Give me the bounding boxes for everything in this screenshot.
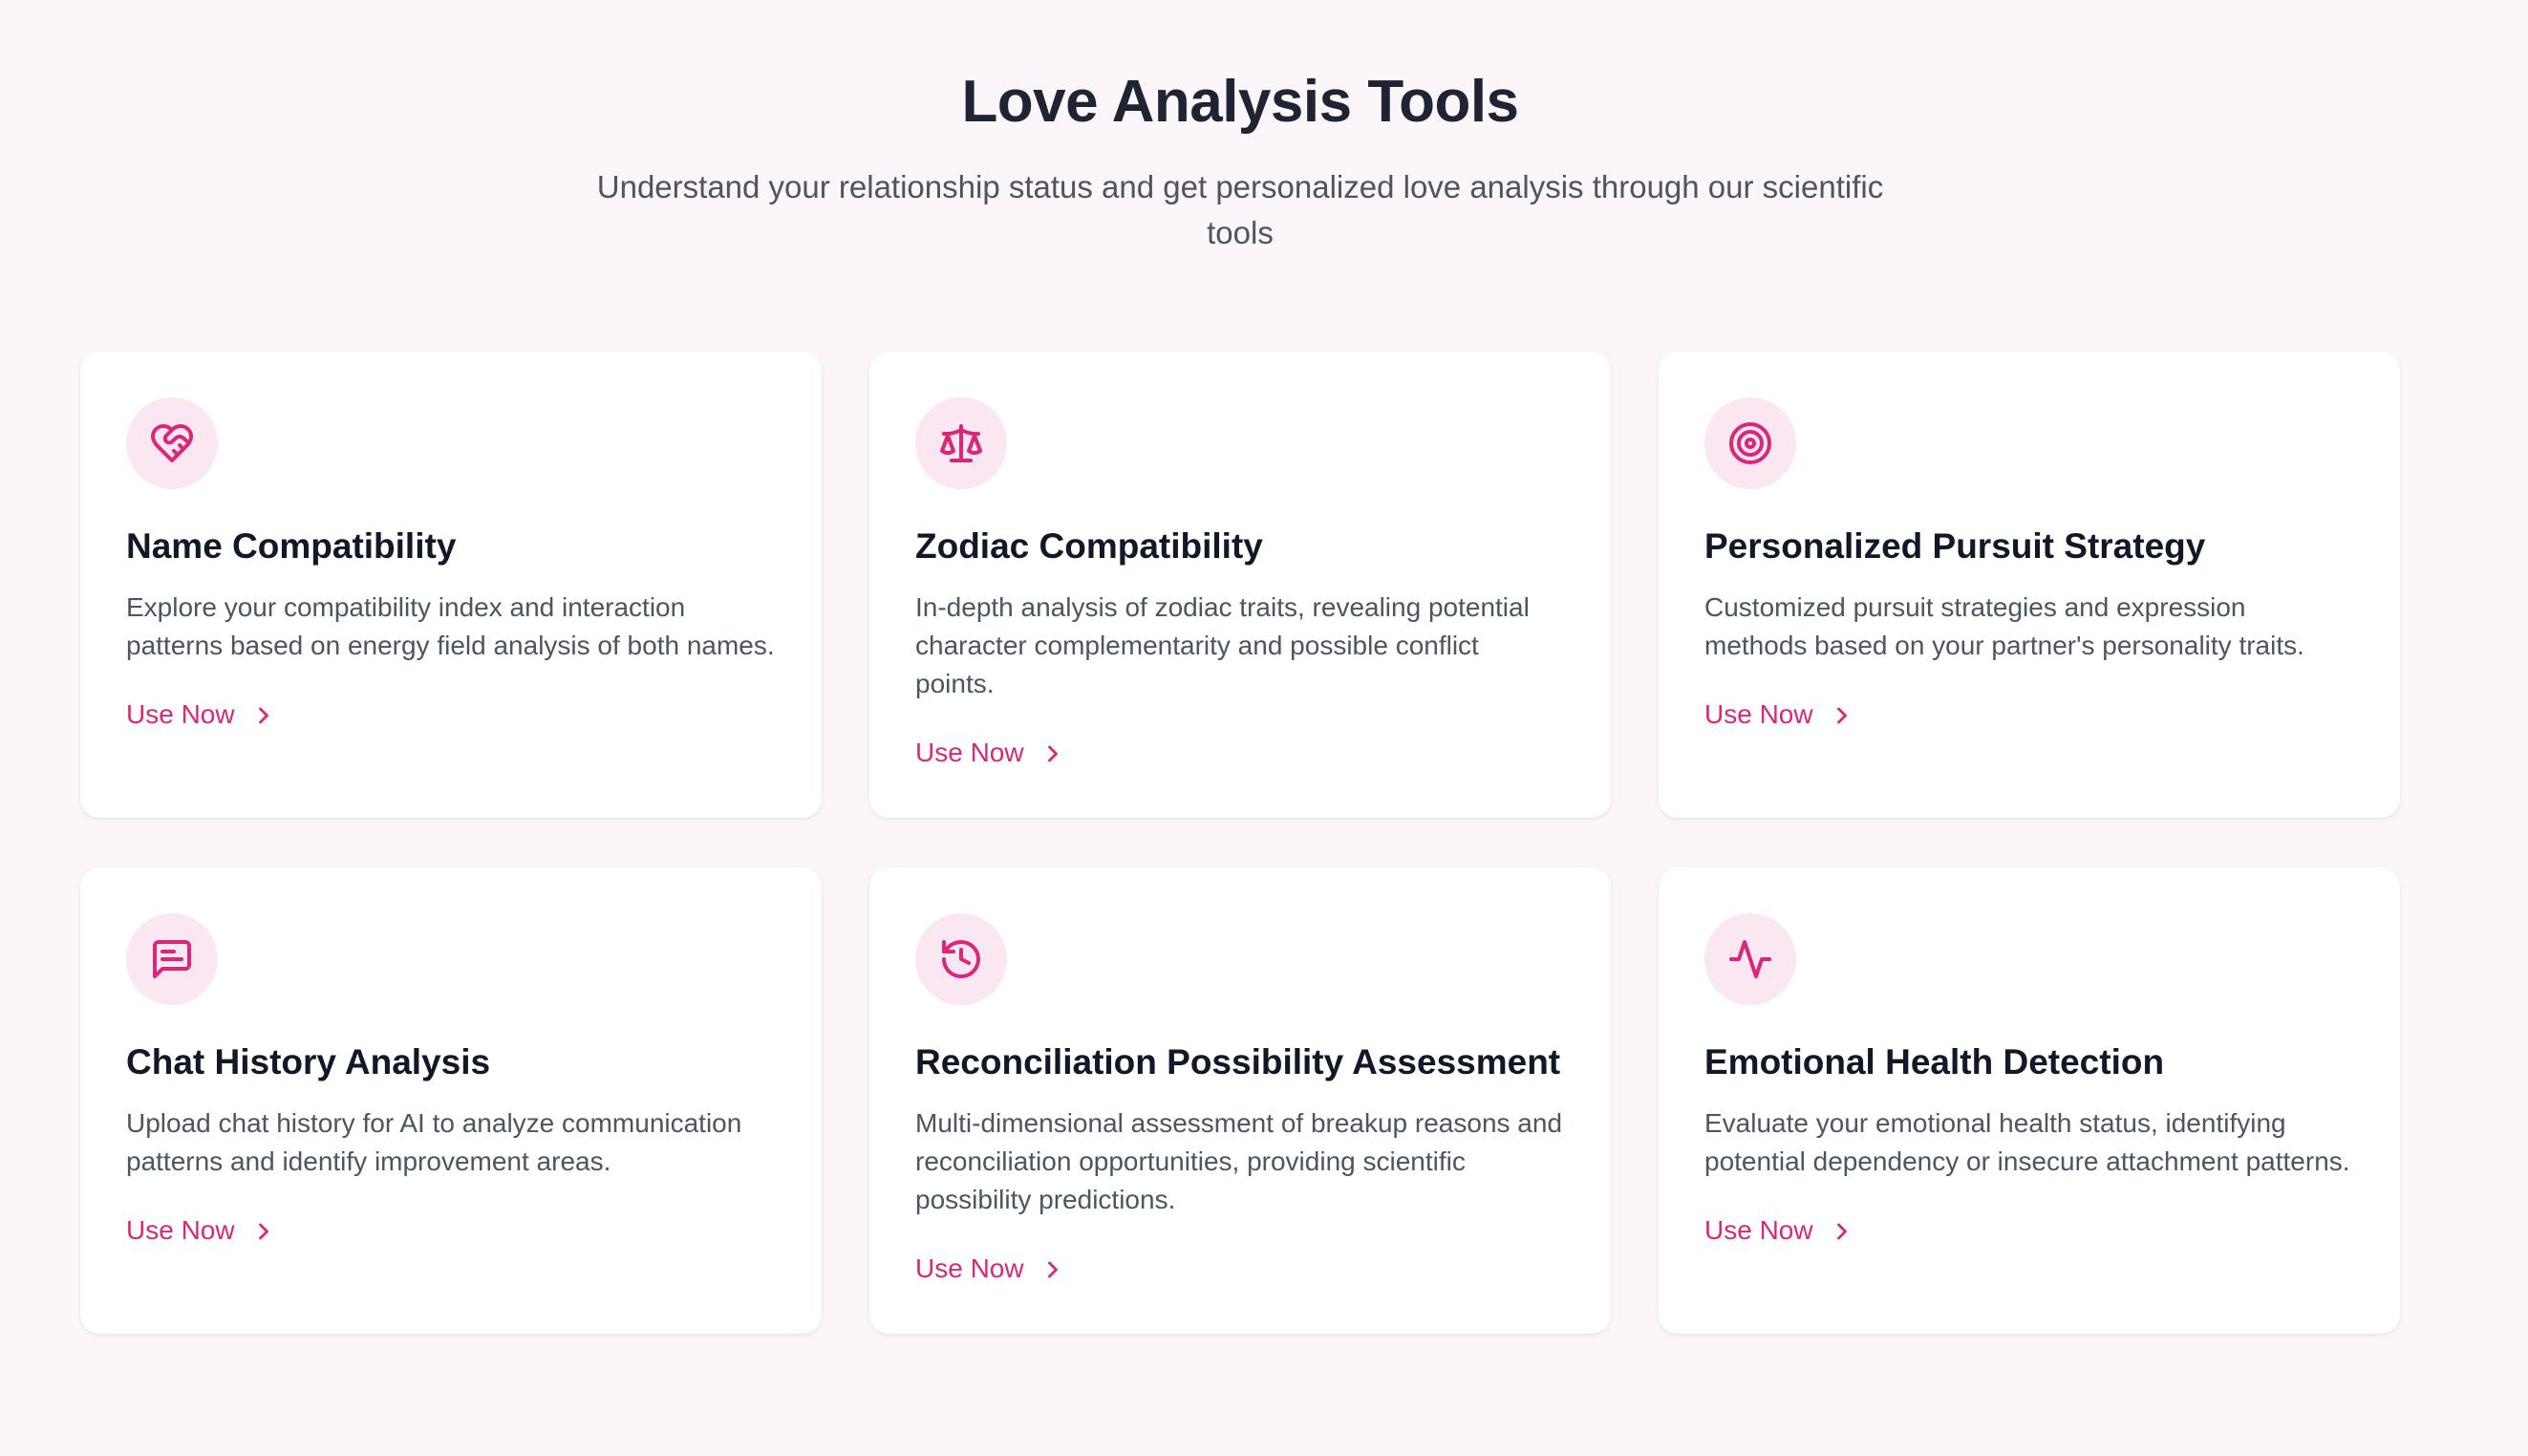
- scale-icon: [915, 397, 1007, 489]
- chevron-right-icon: [1039, 1255, 1066, 1282]
- tool-card-name-compatibility: Name Compatibility Explore your compatib…: [80, 352, 822, 818]
- tools-grid: Name Compatibility Explore your compatib…: [80, 352, 2400, 1334]
- use-now-link-personalized-pursuit-strategy[interactable]: Use Now: [1704, 696, 1855, 734]
- tool-card-reconciliation-possibility-assessment: Reconciliation Possibility Assessment Mu…: [869, 867, 1611, 1334]
- heart-handshake-icon: [126, 397, 218, 489]
- page-header: Love Analysis Tools Understand your rela…: [0, 67, 2480, 256]
- tool-card-description: Upload chat history for AI to analyze co…: [126, 1108, 742, 1176]
- tool-card-zodiac-compatibility: Zodiac Compatibility In-depth analysis o…: [869, 352, 1611, 818]
- use-now-label: Use Now: [915, 738, 1024, 767]
- tool-card-description: Evaluate your emotional health status, i…: [1704, 1108, 2350, 1176]
- tool-card-title: Zodiac Compatibility: [915, 526, 1263, 566]
- tool-card-title: Name Compatibility: [126, 526, 457, 566]
- chevron-right-icon: [250, 1217, 277, 1244]
- tool-card-personalized-pursuit-strategy: Personalized Pursuit Strategy Customized…: [1659, 352, 2400, 818]
- use-now-link-reconciliation-possibility-assessment[interactable]: Use Now: [915, 1250, 1066, 1288]
- use-now-link-zodiac-compatibility[interactable]: Use Now: [915, 734, 1066, 772]
- chevron-right-icon: [1829, 1217, 1855, 1244]
- tool-card-description: In-depth analysis of zodiac traits, reve…: [915, 592, 1530, 698]
- tool-card-emotional-health-detection: Emotional Health Detection Evaluate your…: [1659, 867, 2400, 1334]
- chevron-right-icon: [1039, 739, 1066, 766]
- history-icon: [915, 913, 1007, 1005]
- message-square-text-icon: [126, 913, 218, 1005]
- use-now-label: Use Now: [126, 699, 235, 729]
- activity-icon: [1704, 913, 1796, 1005]
- use-now-link-emotional-health-detection[interactable]: Use Now: [1704, 1211, 1855, 1250]
- tool-card-description: Customized pursuit strategies and expres…: [1704, 592, 2304, 660]
- use-now-label: Use Now: [915, 1253, 1024, 1283]
- chevron-right-icon: [250, 701, 277, 728]
- tool-card-title: Reconciliation Possibility Assessment: [915, 1042, 1561, 1081]
- tool-card-title: Emotional Health Detection: [1704, 1042, 2165, 1081]
- chevron-right-icon: [1829, 701, 1855, 728]
- target-icon: [1704, 397, 1796, 489]
- page: Love Analysis Tools Understand your rela…: [0, 0, 2528, 1456]
- use-now-label: Use Now: [1704, 1215, 1813, 1245]
- use-now-label: Use Now: [126, 1215, 235, 1245]
- use-now-link-name-compatibility[interactable]: Use Now: [126, 696, 277, 734]
- tool-card-title: Chat History Analysis: [126, 1042, 491, 1081]
- tool-card-description: Explore your compatibility index and int…: [126, 592, 775, 660]
- page-subtitle: Understand your relationship status and …: [596, 169, 1884, 250]
- use-now-link-chat-history-analysis[interactable]: Use Now: [126, 1211, 277, 1250]
- page-title: Love Analysis Tools: [961, 69, 1519, 135]
- tool-card-chat-history-analysis: Chat History Analysis Upload chat histor…: [80, 867, 822, 1334]
- use-now-label: Use Now: [1704, 699, 1813, 729]
- tool-card-title: Personalized Pursuit Strategy: [1704, 526, 2206, 566]
- tool-card-description: Multi-dimensional assessment of breakup …: [915, 1108, 1563, 1214]
